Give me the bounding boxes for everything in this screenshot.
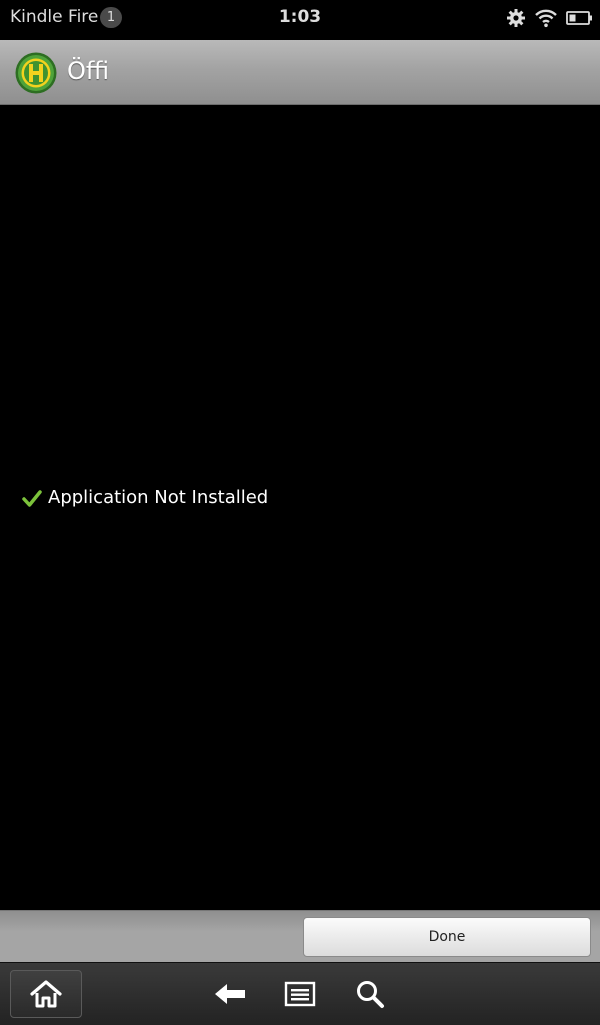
action-bar: Done bbox=[0, 910, 600, 963]
wifi-icon[interactable] bbox=[534, 8, 558, 32]
install-status: Application Not Installed bbox=[22, 487, 268, 508]
main-content: Application Not Installed bbox=[0, 105, 600, 910]
home-icon bbox=[30, 980, 62, 1008]
back-arrow-icon bbox=[215, 984, 245, 1004]
offi-app-icon bbox=[15, 52, 57, 94]
done-button[interactable]: Done bbox=[303, 917, 591, 957]
page-title: Öffi bbox=[67, 57, 110, 85]
status-message: Application Not Installed bbox=[48, 487, 269, 508]
home-button[interactable] bbox=[10, 970, 82, 1018]
status-icons bbox=[506, 6, 594, 34]
search-icon bbox=[357, 981, 384, 1008]
menu-button[interactable] bbox=[282, 977, 318, 1011]
menu-icon bbox=[284, 981, 316, 1007]
search-button[interactable] bbox=[352, 977, 388, 1011]
navigation-bar bbox=[0, 962, 600, 1025]
battery-icon[interactable] bbox=[566, 10, 594, 30]
title-bar: Öffi bbox=[0, 40, 600, 105]
check-icon bbox=[22, 489, 42, 507]
back-button[interactable] bbox=[212, 977, 248, 1011]
status-bar: Kindle Fire 1 1:03 bbox=[0, 0, 600, 40]
gear-icon[interactable] bbox=[506, 8, 526, 32]
